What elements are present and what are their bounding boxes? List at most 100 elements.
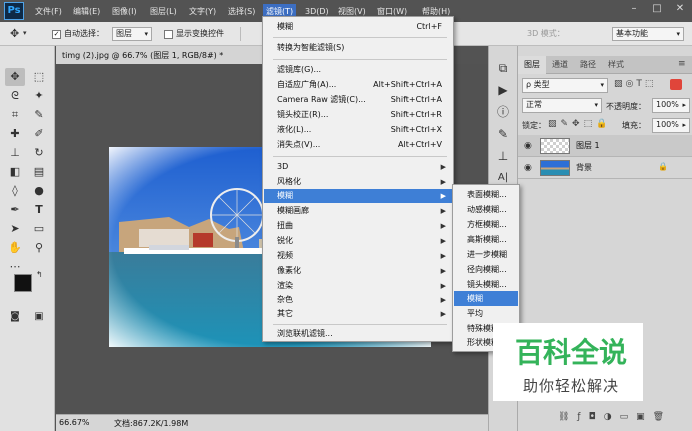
magic-wand-icon[interactable]: ✦: [29, 87, 49, 105]
menu-item-blur-gallery[interactable]: 模糊画廊 ▶: [264, 204, 452, 218]
submenu-item-surface-blur[interactable]: 表面模糊...: [454, 187, 518, 202]
submenu-item-blur[interactable]: 模糊: [454, 291, 518, 306]
tab-styles[interactable]: 样式: [602, 56, 630, 74]
menu-item-label: 锐化: [277, 236, 293, 245]
foreground-color-swatch[interactable]: [14, 274, 32, 292]
menu-type[interactable]: 文字(Y): [186, 4, 219, 19]
menu-item-other[interactable]: 其它 ▶: [264, 307, 452, 321]
eyedropper-icon[interactable]: ✎: [29, 106, 49, 124]
brush-panel-icon[interactable]: ✎: [492, 124, 514, 144]
swap-colors-icon[interactable]: ↰: [36, 270, 43, 279]
history-brush-icon[interactable]: ↻: [29, 144, 49, 162]
eraser-tool-icon[interactable]: ◧: [5, 163, 25, 181]
menu-item-video[interactable]: 视频 ▶: [264, 249, 452, 263]
submenu-item-average[interactable]: 平均: [454, 306, 518, 321]
clone-source-icon[interactable]: ⊥: [492, 146, 514, 166]
path-selection-icon[interactable]: ➤: [5, 220, 25, 238]
layer-actions-bar[interactable]: ⛓ƒ◘◑▭▣🗑: [558, 412, 672, 422]
blend-mode-dropdown[interactable]: 正常 ▾: [522, 98, 602, 113]
fill-field[interactable]: 100% ▸: [652, 118, 690, 133]
submenu-item-box-blur[interactable]: 方框模糊...: [454, 217, 518, 232]
shortcut-label: Shift+Ctrl+R: [390, 110, 442, 119]
submenu-item-lens-blur[interactable]: 镜头模糊...: [454, 277, 518, 292]
menu-item-vanishing-point[interactable]: 消失点(V)... Alt+Ctrl+V: [264, 138, 452, 152]
pen-tool-icon[interactable]: ✒: [5, 201, 25, 219]
eye-icon[interactable]: ◉: [524, 141, 532, 151]
menu-item-liquify[interactable]: 液化(L)... Shift+Ctrl+X: [264, 123, 452, 137]
history-panel-icon[interactable]: ⧉: [492, 58, 514, 78]
menu-item-stylize[interactable]: 风格化 ▶: [264, 175, 452, 189]
workspace-dropdown[interactable]: 基本功能 ▾: [612, 27, 684, 41]
auto-select-dropdown[interactable]: 图层 ▾: [112, 27, 152, 41]
tab-channels[interactable]: 通道: [546, 56, 574, 74]
auto-select-checkbox[interactable]: ✓: [52, 30, 61, 39]
submenu-item-gaussian-blur[interactable]: 高斯模糊...: [454, 232, 518, 247]
menu-item-pixelate[interactable]: 像素化 ▶: [264, 264, 452, 278]
layer-thumbnail: [540, 160, 570, 176]
opacity-field[interactable]: 100% ▸: [652, 98, 690, 113]
submenu-item-blur-more[interactable]: 进一步模糊: [454, 247, 518, 262]
menu-item-convert-smart-filter[interactable]: 转换为智能滤镜(S): [264, 41, 452, 55]
menu-image[interactable]: 图像(I): [109, 4, 140, 19]
show-transform-checkbox[interactable]: [164, 30, 173, 39]
minimize-button[interactable]: –: [625, 0, 643, 18]
panel-menu-icon[interactable]: ≡: [678, 59, 686, 69]
document-tab[interactable]: timg (2).jpg @ 66.7% (图层 1, RGB/8#) * ×: [56, 46, 280, 64]
submenu-item-motion-blur[interactable]: 动感模糊...: [454, 202, 518, 217]
zoom-level[interactable]: 66.67%: [59, 418, 90, 427]
screen-mode-icon[interactable]: ▣: [29, 308, 49, 326]
chevron-down-icon: ▾: [144, 30, 148, 38]
shape-tool-icon[interactable]: ▭: [29, 220, 49, 238]
quick-mask-icon[interactable]: ◙: [5, 308, 25, 326]
eye-icon[interactable]: ◉: [524, 163, 532, 173]
menu-item-camera-raw[interactable]: Camera Raw 滤镜(C)... Shift+Ctrl+A: [264, 93, 452, 107]
maximize-button[interactable]: □: [648, 0, 666, 18]
menu-item-label: 模糊: [277, 22, 293, 31]
dodge-tool-icon[interactable]: ●: [29, 182, 49, 200]
submenu-item-radial-blur[interactable]: 径向模糊...: [454, 262, 518, 277]
marquee-tool-icon[interactable]: ⬚: [29, 68, 49, 86]
tab-paths[interactable]: 路径: [574, 56, 602, 74]
healing-brush-icon[interactable]: ✚: [5, 125, 25, 143]
menu-item-label: 模糊画廊: [277, 206, 309, 215]
clone-stamp-icon[interactable]: ⊥: [5, 144, 25, 162]
menu-item-blur[interactable]: 模糊 ▶: [264, 189, 452, 203]
tab-layers[interactable]: 图层: [518, 56, 546, 74]
menu-item-sharpen[interactable]: 锐化 ▶: [264, 234, 452, 248]
crop-tool-icon[interactable]: ⌗: [5, 106, 25, 124]
play-actions-icon[interactable]: ▶: [492, 80, 514, 100]
close-button[interactable]: ✕: [671, 0, 689, 18]
layer-row[interactable]: ◉ 图层 1: [518, 135, 692, 157]
layer-kind-filter[interactable]: ρ 类型 ▾: [522, 78, 608, 93]
menu-item-distort[interactable]: 扭曲 ▶: [264, 219, 452, 233]
shortcut-label: Ctrl+F: [416, 22, 442, 31]
menu-item-last-filter[interactable]: 模糊 Ctrl+F: [264, 20, 452, 34]
type-tool-icon[interactable]: T: [29, 201, 49, 219]
layer-filter-icons[interactable]: ▨◎T⬚: [614, 79, 656, 89]
menu-edit[interactable]: 编辑(E): [70, 4, 103, 19]
lock-icons[interactable]: ▨✎✥⬚🔒: [548, 119, 611, 129]
menu-item-browse-filters[interactable]: 浏览联机滤镜...: [264, 327, 452, 341]
move-tool-icon[interactable]: ✥: [5, 68, 25, 86]
layer-row[interactable]: ◉ 背景 🔒: [518, 157, 692, 179]
chevron-down-icon[interactable]: ▾: [23, 29, 27, 37]
blur-tool-icon[interactable]: ◊: [5, 182, 25, 200]
filter-toggle-icon[interactable]: [670, 79, 682, 90]
menu-file[interactable]: 文件(F): [32, 4, 65, 19]
menu-item-filter-gallery[interactable]: 滤镜库(G)...: [264, 63, 452, 77]
menu-item-3d[interactable]: 3D ▶: [264, 160, 452, 174]
menu-select[interactable]: 选择(S): [225, 4, 258, 19]
menu-item-label: 像素化: [277, 266, 301, 275]
menu-item-render[interactable]: 渲染 ▶: [264, 279, 452, 293]
menu-item-adaptive-wide-angle[interactable]: 自适应广角(A)... Alt+Shift+Ctrl+A: [264, 78, 452, 92]
gradient-tool-icon[interactable]: ▤: [29, 163, 49, 181]
zoom-tool-icon[interactable]: ⚲: [29, 239, 49, 257]
info-icon[interactable]: ⓘ: [492, 102, 514, 122]
menu-layer[interactable]: 图层(L): [147, 4, 180, 19]
menu-item-lens-correction[interactable]: 镜头校正(R)... Shift+Ctrl+R: [264, 108, 452, 122]
lasso-tool-icon[interactable]: ᘓ: [5, 87, 25, 105]
move-tool-icon[interactable]: ✥: [10, 27, 19, 40]
menu-item-noise[interactable]: 杂色 ▶: [264, 293, 452, 307]
hand-tool-icon[interactable]: ✋: [5, 239, 25, 257]
brush-tool-icon[interactable]: ✐: [29, 125, 49, 143]
